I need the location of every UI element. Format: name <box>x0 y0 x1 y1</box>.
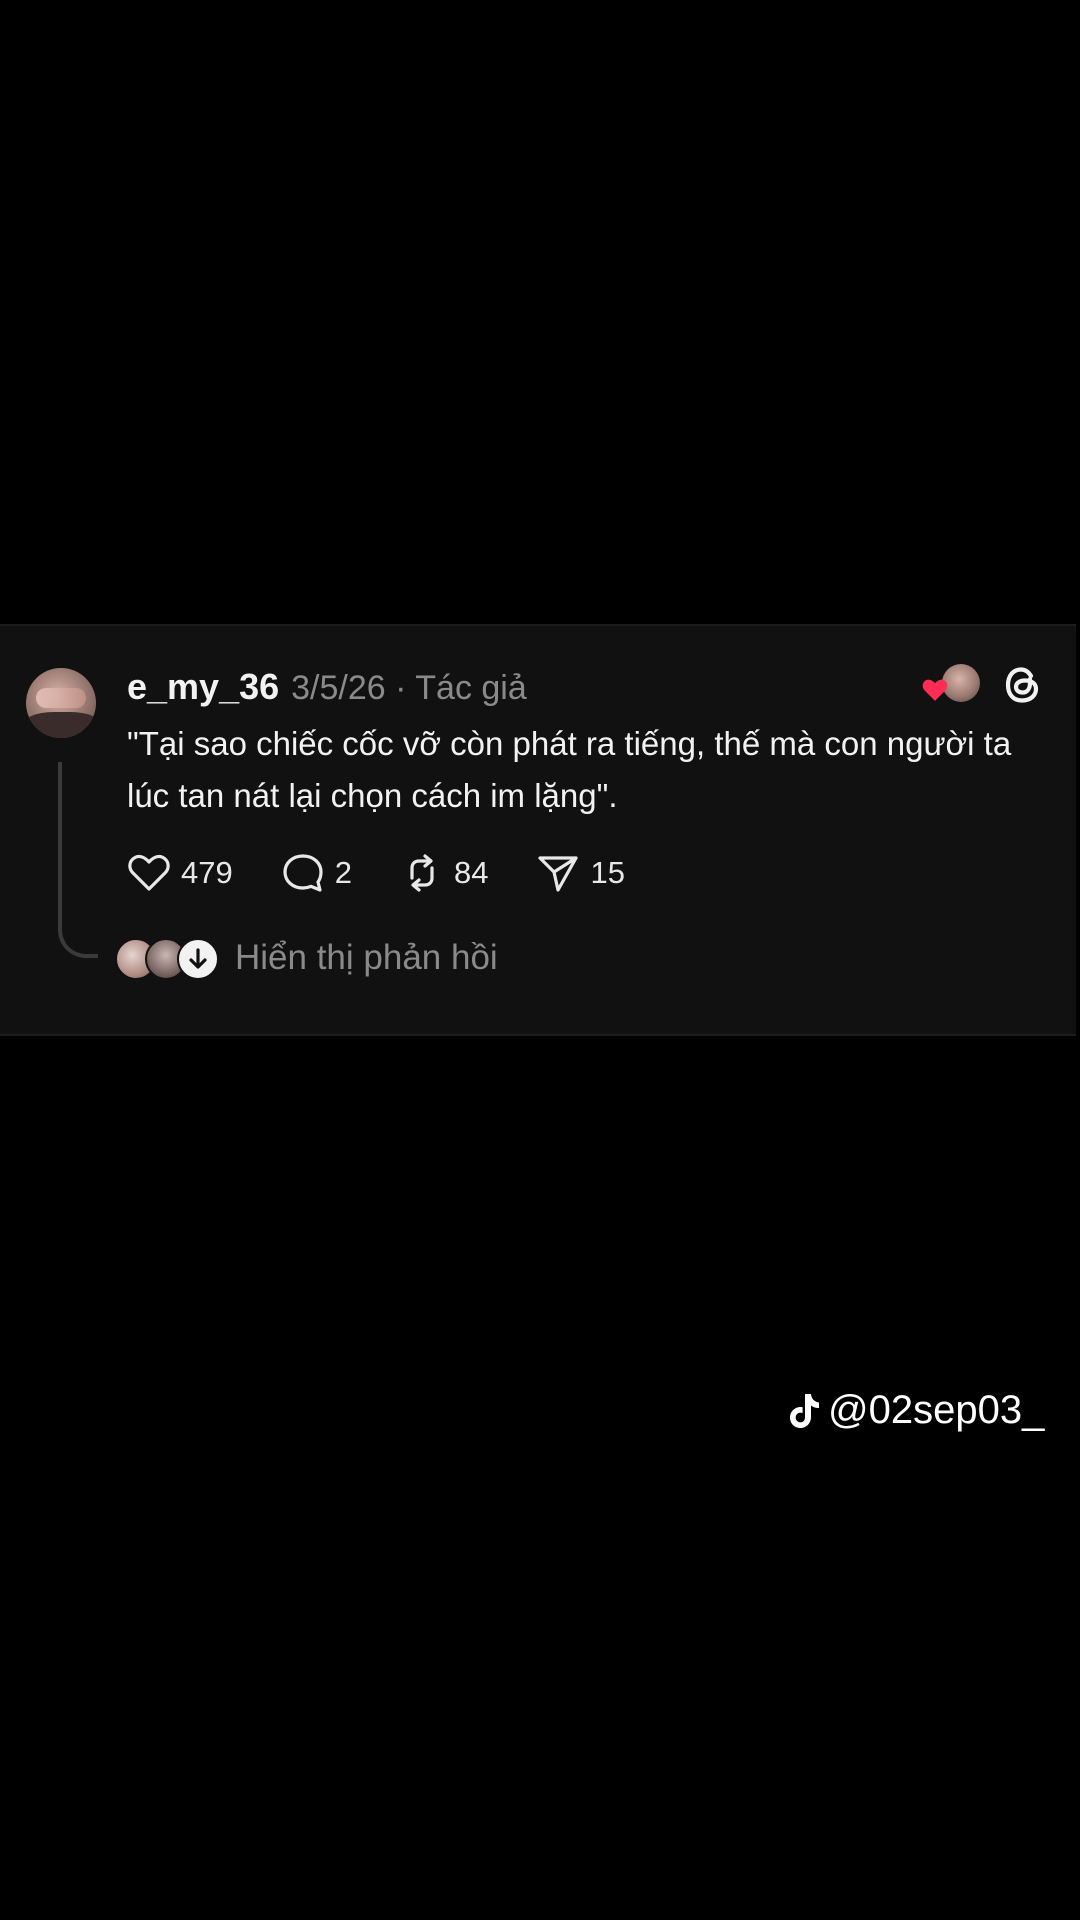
post-actions-bar: 479 2 84 15 <box>127 848 673 898</box>
post-card: e_my_36 3/5/26 · Tác giả "Tại sao chiếc … <box>0 624 1076 1036</box>
like-button[interactable]: 479 <box>127 853 233 893</box>
threads-logo-icon[interactable] <box>1000 662 1046 708</box>
share-button[interactable]: 15 <box>536 852 625 894</box>
author-username[interactable]: e_my_36 <box>127 666 279 708</box>
tiktok-watermark: @02sep03_ <box>788 1388 1044 1433</box>
repost-count: 84 <box>453 855 489 890</box>
show-replies-label: Hiển thị phản hồi <box>235 938 498 977</box>
repost-arrows-icon <box>410 854 434 892</box>
post-header: e_my_36 3/5/26 · Tác giả <box>127 666 527 708</box>
comment-count: 2 <box>334 855 352 890</box>
avatar-hair <box>26 712 96 738</box>
heart-filled-icon <box>922 679 948 701</box>
like-count: 479 <box>181 855 233 890</box>
tiktok-logo-icon <box>790 1393 819 1428</box>
thread-connector-line <box>58 762 98 958</box>
liked-by-author-badge[interactable] <box>920 662 982 706</box>
screen: e_my_36 3/5/26 · Tác giả "Tại sao chiếc … <box>0 0 1080 1920</box>
paper-plane-icon <box>538 856 579 892</box>
author-avatar[interactable] <box>26 668 96 738</box>
heart-outline-icon <box>128 854 170 891</box>
post-meta: 3/5/26 · Tác giả <box>291 669 527 707</box>
avatar-hands <box>36 688 86 708</box>
reply-avatars <box>115 936 225 980</box>
arrow-down-circle-icon <box>177 938 219 980</box>
speech-bubble-icon <box>283 854 323 892</box>
post-body-text: "Tại sao chiếc cốc vỡ còn phát ra tiếng,… <box>127 725 1012 814</box>
share-count: 15 <box>590 855 625 890</box>
repost-button[interactable]: 84 <box>400 852 488 894</box>
comment-button[interactable]: 2 <box>281 852 352 894</box>
show-replies-button[interactable]: Hiển thị phản hồi <box>115 936 498 980</box>
watermark-handle: @02sep03_ <box>828 1388 1045 1432</box>
